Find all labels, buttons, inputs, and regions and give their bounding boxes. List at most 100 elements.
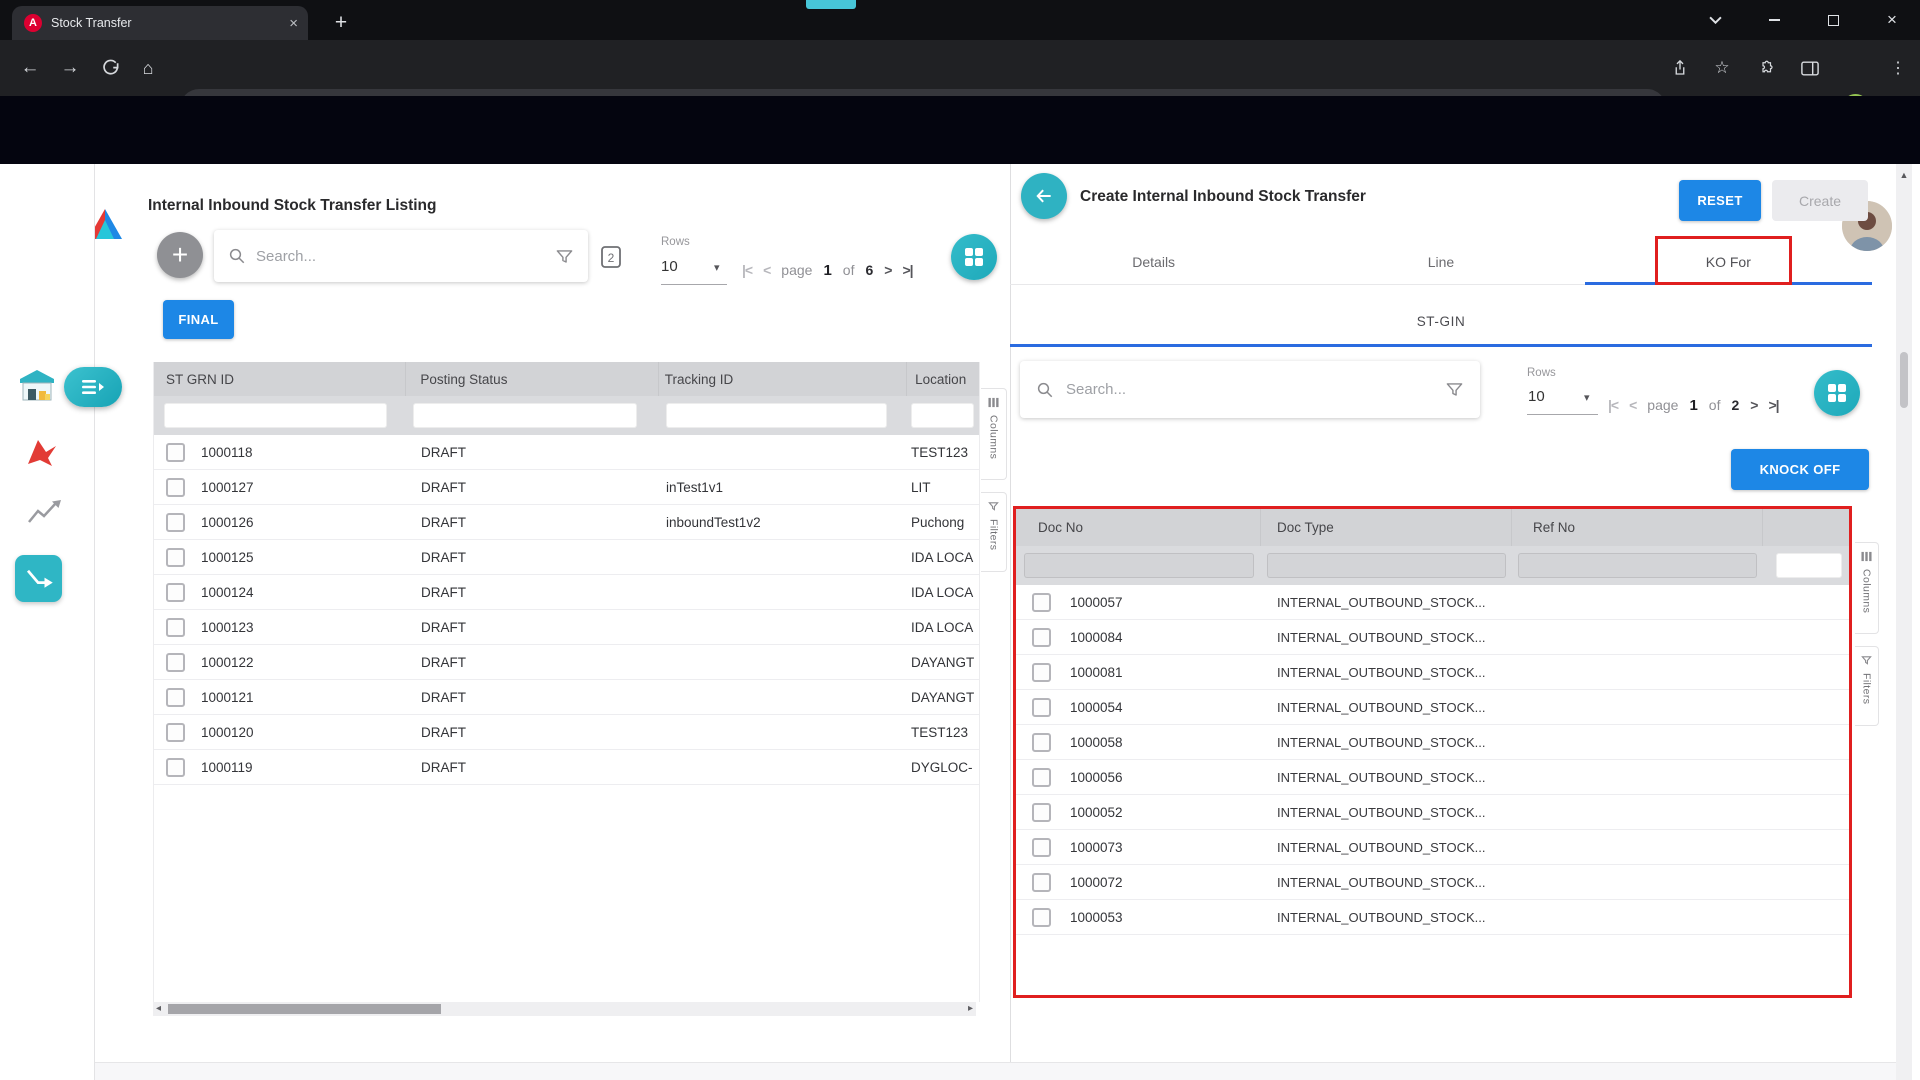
subtab-st-gin[interactable]: ST-GIN	[1010, 314, 1872, 329]
last-page-icon[interactable]: >|	[902, 262, 912, 278]
filter-input-doc-type[interactable]	[1267, 553, 1506, 578]
row-checkbox[interactable]	[1032, 768, 1051, 787]
filter-input-doc-no[interactable]	[1024, 553, 1254, 578]
filter-input-location[interactable]	[911, 403, 974, 428]
vertical-scrollbar[interactable]: ▲	[1896, 164, 1912, 1080]
table-row[interactable]: 1000122 DRAFT DAYANGT	[154, 645, 979, 680]
scroll-left-icon[interactable]: ◂	[156, 1003, 161, 1014]
window-minimize-button[interactable]	[1751, 0, 1797, 40]
col-header-location[interactable]: Location	[907, 362, 979, 396]
scroll-up-icon[interactable]: ▲	[1896, 170, 1912, 180]
row-checkbox[interactable]	[166, 513, 185, 532]
tab-search-chevron-icon[interactable]	[1692, 0, 1738, 40]
table-row[interactable]: 1000118 DRAFT TEST123	[154, 435, 979, 470]
new-tab-button[interactable]: +	[326, 8, 356, 38]
row-checkbox[interactable]	[1032, 908, 1051, 927]
forward-icon[interactable]: →	[52, 40, 88, 96]
tab-close-icon[interactable]: ×	[289, 16, 298, 31]
table-row[interactable]: 1000073 INTERNAL_OUTBOUND_STOCK...	[1016, 830, 1849, 865]
row-checkbox[interactable]	[166, 758, 185, 777]
next-page-icon[interactable]: >	[1750, 397, 1757, 413]
table-row[interactable]: 1000123 DRAFT IDA LOCA	[154, 610, 979, 645]
back-icon[interactable]: ←	[12, 40, 48, 96]
row-checkbox[interactable]	[1032, 733, 1051, 752]
col-header-doc-no[interactable]: Doc No	[1016, 509, 1261, 546]
listing-search-box[interactable]	[214, 230, 588, 282]
apps-grid-button[interactable]	[951, 234, 997, 280]
share-icon[interactable]	[1662, 40, 1698, 96]
row-checkbox[interactable]	[1032, 593, 1051, 612]
row-checkbox[interactable]	[1032, 803, 1051, 822]
filter-funnel-icon[interactable]	[555, 247, 574, 266]
window-close-button[interactable]: ×	[1869, 0, 1915, 40]
table-row[interactable]: 1000052 INTERNAL_OUTBOUND_STOCK...	[1016, 795, 1849, 830]
ko-search-box[interactable]	[1020, 361, 1480, 418]
split-view-icon[interactable]: 2	[598, 244, 624, 275]
scroll-right-icon[interactable]: ▸	[968, 1003, 973, 1014]
columns-side-tab[interactable]: Columns	[981, 388, 1007, 480]
col-header-st-grn-id[interactable]: ST GRN ID	[154, 362, 406, 396]
side-panel-icon[interactable]	[1792, 40, 1828, 96]
row-checkbox[interactable]	[166, 548, 185, 567]
create-button-disabled[interactable]: Create	[1772, 180, 1868, 221]
last-page-icon[interactable]: >|	[1768, 397, 1778, 413]
red-applet-icon[interactable]	[22, 434, 60, 472]
listing-search-input[interactable]	[256, 248, 545, 265]
tab-details[interactable]: Details	[1010, 239, 1297, 284]
filter-funnel-icon[interactable]	[1445, 380, 1464, 399]
row-checkbox[interactable]	[166, 653, 185, 672]
filter-input-ref-no[interactable]	[1518, 553, 1757, 578]
table-row[interactable]: 1000072 INTERNAL_OUTBOUND_STOCK...	[1016, 865, 1849, 900]
filters-side-tab[interactable]: Filters	[1855, 646, 1879, 726]
filter-input-posting-status[interactable]	[413, 403, 637, 428]
col-header-ref-no[interactable]: Ref No	[1512, 509, 1763, 546]
table-row[interactable]: 1000081 INTERNAL_OUTBOUND_STOCK...	[1016, 655, 1849, 690]
ko-search-input[interactable]	[1066, 381, 1433, 398]
analytics-chart-icon[interactable]	[27, 498, 63, 526]
warehouse-applet-icon[interactable]	[16, 365, 58, 407]
table-row[interactable]: 1000126 DRAFT inboundTest1v2 Puchong	[154, 505, 979, 540]
row-checkbox[interactable]	[166, 478, 185, 497]
reset-button[interactable]: RESET	[1679, 180, 1761, 221]
table-row[interactable]: 1000121 DRAFT DAYANGT	[154, 680, 979, 715]
tab-line[interactable]: Line	[1297, 239, 1584, 284]
first-page-icon[interactable]: |<	[742, 262, 752, 278]
final-button[interactable]: FINAL	[163, 300, 234, 339]
row-checkbox[interactable]	[1032, 663, 1051, 682]
table-row[interactable]: 1000125 DRAFT IDA LOCA	[154, 540, 979, 575]
table-row[interactable]: 1000058 INTERNAL_OUTBOUND_STOCK...	[1016, 725, 1849, 760]
filter-input-extra[interactable]	[1776, 553, 1842, 578]
apps-grid-button[interactable]	[1814, 370, 1860, 416]
row-checkbox[interactable]	[1032, 628, 1051, 647]
tab-ko-for[interactable]: KO For	[1585, 239, 1872, 284]
row-checkbox[interactable]	[166, 583, 185, 602]
reload-icon[interactable]	[92, 40, 128, 96]
knock-off-button[interactable]: KNOCK OFF	[1731, 449, 1869, 490]
row-checkbox[interactable]	[1032, 698, 1051, 717]
prev-page-icon[interactable]: <	[1629, 397, 1636, 413]
prev-page-icon[interactable]: <	[763, 262, 770, 278]
table-row[interactable]: 1000124 DRAFT IDA LOCA	[154, 575, 979, 610]
table-row[interactable]: 1000127 DRAFT inTest1v1 LIT	[154, 470, 979, 505]
browser-tab[interactable]: A Stock Transfer ×	[12, 6, 308, 40]
add-record-button[interactable]: +	[157, 232, 203, 278]
first-page-icon[interactable]: |<	[1608, 397, 1618, 413]
col-header-posting-status[interactable]: Posting Status	[406, 362, 658, 396]
col-header-doc-type[interactable]: Doc Type	[1261, 509, 1512, 546]
home-icon[interactable]: ⌂	[130, 40, 166, 96]
table-row[interactable]: 1000057 INTERNAL_OUTBOUND_STOCK...	[1016, 585, 1849, 620]
horizontal-scrollbar[interactable]: ◂ ▸	[153, 1002, 976, 1016]
row-checkbox[interactable]	[1032, 873, 1051, 892]
table-row[interactable]: 1000053 INTERNAL_OUTBOUND_STOCK...	[1016, 900, 1849, 935]
row-checkbox[interactable]	[166, 618, 185, 637]
col-header-tracking-id[interactable]: Tracking ID	[659, 362, 907, 396]
rows-caret-icon[interactable]: ▾	[1584, 391, 1590, 404]
next-page-icon[interactable]: >	[884, 262, 891, 278]
row-checkbox[interactable]	[166, 723, 185, 742]
table-row[interactable]: 1000056 INTERNAL_OUTBOUND_STOCK...	[1016, 760, 1849, 795]
rows-per-page-select[interactable]: 10	[661, 258, 678, 275]
table-row[interactable]: 1000119 DRAFT DYGLOC-	[154, 750, 979, 785]
table-row[interactable]: 1000054 INTERNAL_OUTBOUND_STOCK...	[1016, 690, 1849, 725]
filter-input-tracking-id[interactable]	[666, 403, 887, 428]
browser-menu-dots-icon[interactable]: ⋮	[1880, 40, 1916, 96]
